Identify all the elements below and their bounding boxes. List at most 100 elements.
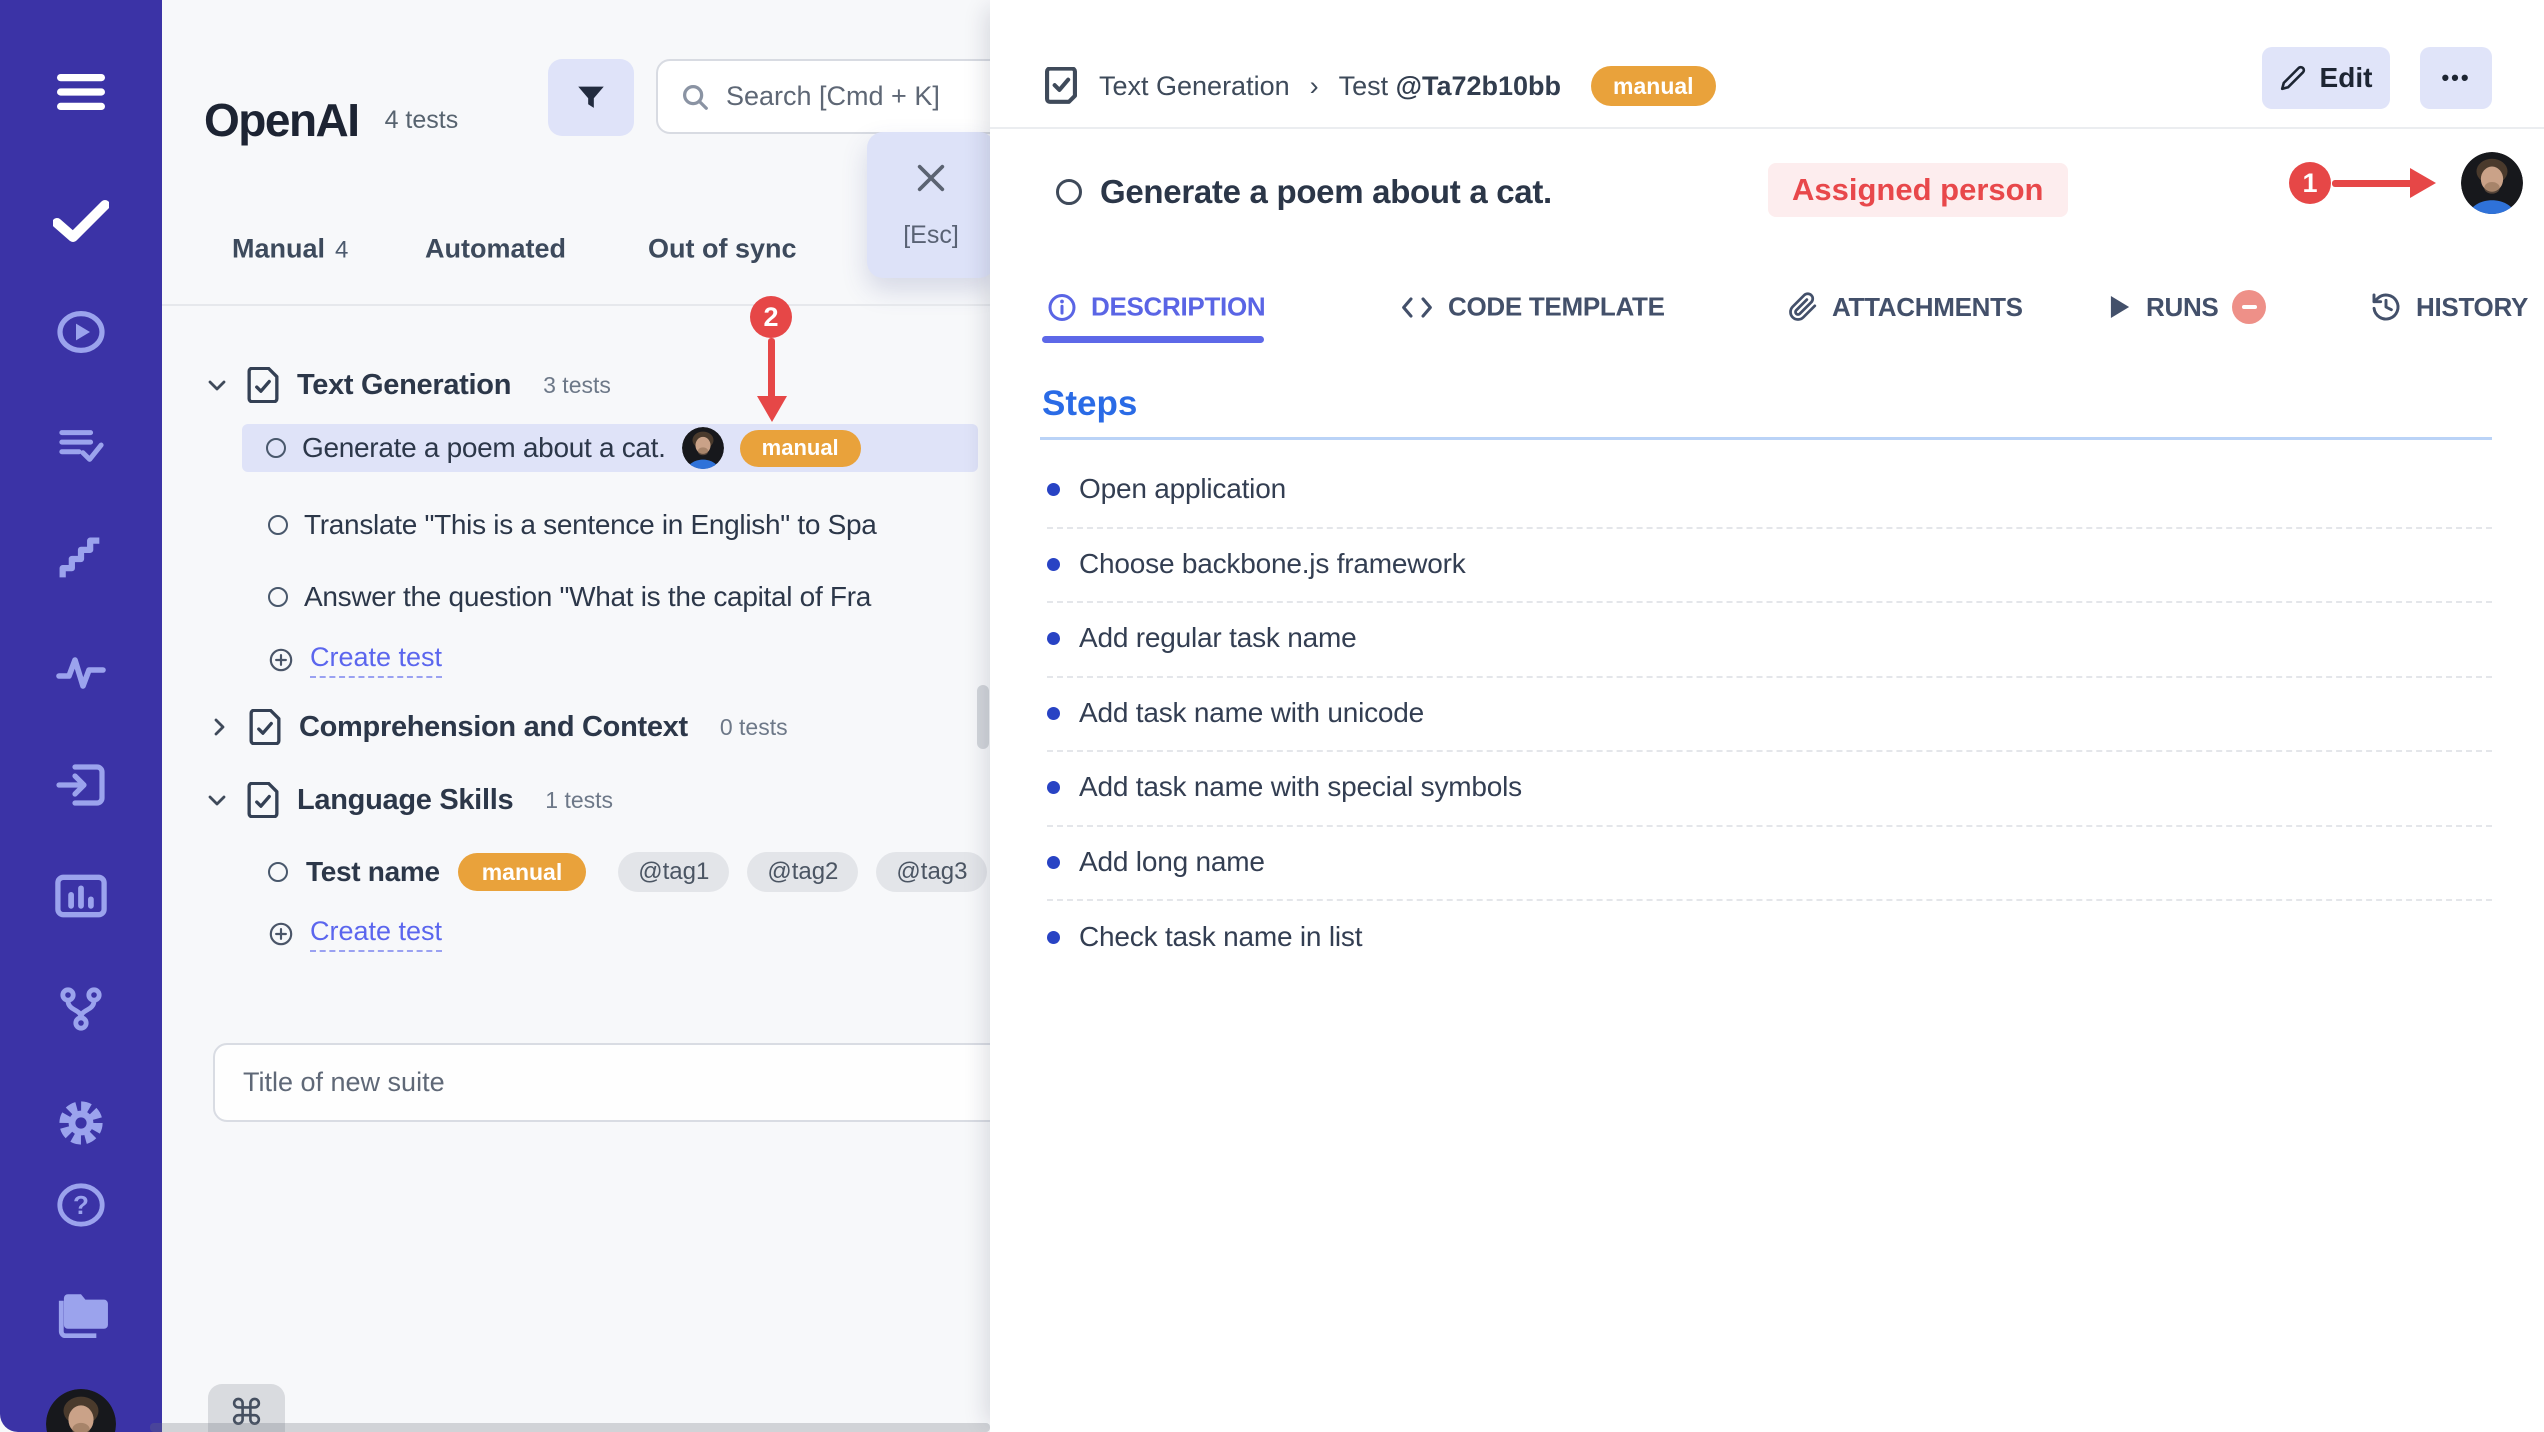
tag-pill[interactable]: @tag2 — [747, 852, 858, 892]
steps-stairs-icon[interactable] — [55, 537, 107, 581]
suite-row-comprehension[interactable]: Comprehension and Context 0 tests — [207, 709, 788, 745]
search-icon — [680, 82, 710, 112]
tab-code-template[interactable]: CODE TEMPLATE — [1400, 292, 1665, 323]
steps-heading: Steps — [1042, 384, 1137, 424]
tests-count: 4 tests — [385, 106, 459, 135]
tab-manual[interactable]: Manual4 — [232, 234, 348, 265]
step-item[interactable]: Add task name with special symbols — [1047, 771, 1522, 803]
step-item[interactable]: Add regular task name — [1047, 622, 1357, 654]
project-logo: OpenAI — [204, 93, 359, 147]
more-options-button[interactable]: ••• — [2420, 47, 2492, 109]
user-avatar[interactable] — [46, 1389, 116, 1432]
search-input[interactable]: Search [Cmd + K] — [656, 59, 990, 134]
code-icon — [1400, 294, 1434, 320]
breadcrumb-test: Test @Ta72b10bb — [1339, 71, 1561, 102]
assignee-avatar-large[interactable] — [2461, 152, 2523, 214]
create-test-link[interactable]: Create test — [268, 916, 442, 952]
bullet-icon — [1047, 707, 1060, 720]
test-row[interactable]: Answer the question "What is the capital… — [268, 581, 968, 613]
suite-test-count: 0 tests — [720, 714, 788, 741]
suite-test-count: 3 tests — [543, 372, 611, 399]
close-icon[interactable] — [914, 161, 948, 195]
panel-header: OpenAI 4 tests — [204, 93, 458, 147]
new-suite-title-input[interactable] — [213, 1043, 990, 1122]
tag-pill[interactable]: @tag3 — [876, 852, 987, 892]
sign-in-icon[interactable] — [53, 763, 109, 807]
annotation-circle-1: 1 — [2289, 162, 2331, 204]
bar-chart-icon[interactable] — [53, 874, 109, 918]
suite-row-language-skills[interactable]: Language Skills 1 tests — [205, 782, 613, 818]
bullet-icon — [1047, 781, 1060, 794]
help-icon[interactable]: ? — [54, 1183, 108, 1227]
status-circle-icon — [268, 862, 288, 882]
chevron-right-icon[interactable] — [207, 715, 231, 739]
checklist-icon[interactable] — [53, 423, 109, 469]
step-item[interactable]: Choose backbone.js framework — [1047, 548, 1466, 580]
step-separator — [1047, 750, 2492, 752]
step-item[interactable]: Add long name — [1047, 846, 1265, 878]
bullet-icon — [1047, 856, 1060, 869]
horizontal-scrollbar[interactable] — [150, 1423, 990, 1432]
chevron-down-icon[interactable] — [205, 373, 229, 397]
tag-pill[interactable]: @tag1 — [618, 852, 729, 892]
paperclip-icon — [1788, 291, 1818, 323]
suite-doc-icon — [247, 782, 279, 818]
search-close-popover[interactable]: [Esc] — [867, 132, 990, 278]
suite-row-text-generation[interactable]: Text Generation 3 tests — [205, 367, 611, 403]
test-row[interactable]: Translate "This is a sentence in English… — [268, 509, 968, 541]
manual-badge: manual — [458, 853, 587, 891]
bullet-icon — [1047, 931, 1060, 944]
tab-description[interactable]: DESCRIPTION — [1047, 292, 1265, 323]
status-circle-icon — [268, 587, 288, 607]
test-detail-panel: Text Generation › Test @Ta72b10bb manual… — [990, 0, 2544, 1432]
runs-status-badge — [2232, 290, 2266, 324]
tab-attachments[interactable]: ATTACHMENTS — [1788, 291, 2023, 323]
step-item[interactable]: Add task name with unicode — [1047, 697, 1424, 729]
tab-history[interactable]: HISTORY — [2370, 291, 2528, 323]
status-circle-icon — [266, 438, 286, 458]
tests-check-icon[interactable] — [53, 199, 109, 243]
sidebar: ? — [0, 0, 162, 1432]
doc-check-icon — [1043, 67, 1079, 105]
test-row-test-name[interactable]: Test name manual @tag1 @tag2 @tag3 — [268, 852, 987, 892]
tab-automated[interactable]: Automated — [425, 234, 566, 265]
test-title-row: Generate a poem about a cat. — [1056, 173, 1552, 211]
app-window: ? OpenAI 4 tests Search [Cmd + K] — [0, 0, 2544, 1432]
folder-icon[interactable] — [52, 1292, 110, 1338]
breadcrumb-suite[interactable]: Text Generation — [1099, 71, 1290, 102]
test-id: @Ta72b10bb — [1396, 71, 1561, 101]
edit-button[interactable]: Edit — [2262, 47, 2390, 109]
hamburger-menu-icon[interactable] — [55, 72, 107, 112]
runs-play-circle-icon[interactable] — [52, 308, 110, 356]
step-item[interactable]: Open application — [1047, 473, 1286, 505]
settings-gear-icon[interactable] — [52, 1099, 110, 1147]
tab-out-of-sync[interactable]: Out of sync — [648, 234, 797, 265]
tab-runs[interactable]: RUNS — [2108, 290, 2266, 324]
ellipsis-icon: ••• — [2441, 65, 2470, 91]
play-icon — [2108, 294, 2132, 320]
suite-doc-icon — [247, 367, 279, 403]
create-test-link[interactable]: Create test — [268, 642, 442, 678]
filter-funnel-icon — [574, 81, 608, 115]
chevron-down-icon[interactable] — [205, 788, 229, 812]
step-separator — [1047, 527, 2492, 529]
tree-scrollbar-thumb[interactable] — [977, 685, 989, 749]
filter-button[interactable] — [548, 59, 634, 136]
pencil-icon — [2280, 65, 2306, 91]
step-item[interactable]: Check task name in list — [1047, 921, 1362, 953]
header-divider — [990, 127, 2544, 129]
test-row-selected[interactable]: Generate a poem about a cat. manual — [242, 424, 978, 472]
assigned-person-annotation: Assigned person — [1768, 163, 2068, 217]
status-circle-icon — [268, 515, 288, 535]
bullet-icon — [1047, 558, 1060, 571]
git-branch-icon[interactable] — [54, 987, 108, 1031]
suite-doc-icon — [249, 709, 281, 745]
active-tab-indicator — [1042, 336, 1264, 343]
step-separator — [1047, 899, 2492, 901]
assignee-avatar[interactable] — [682, 427, 724, 469]
step-separator — [1047, 601, 2492, 603]
manual-badge: manual — [1591, 66, 1716, 106]
activity-pulse-icon[interactable] — [55, 650, 107, 690]
history-clock-icon — [2370, 291, 2402, 323]
status-circle-icon — [1056, 179, 1082, 205]
